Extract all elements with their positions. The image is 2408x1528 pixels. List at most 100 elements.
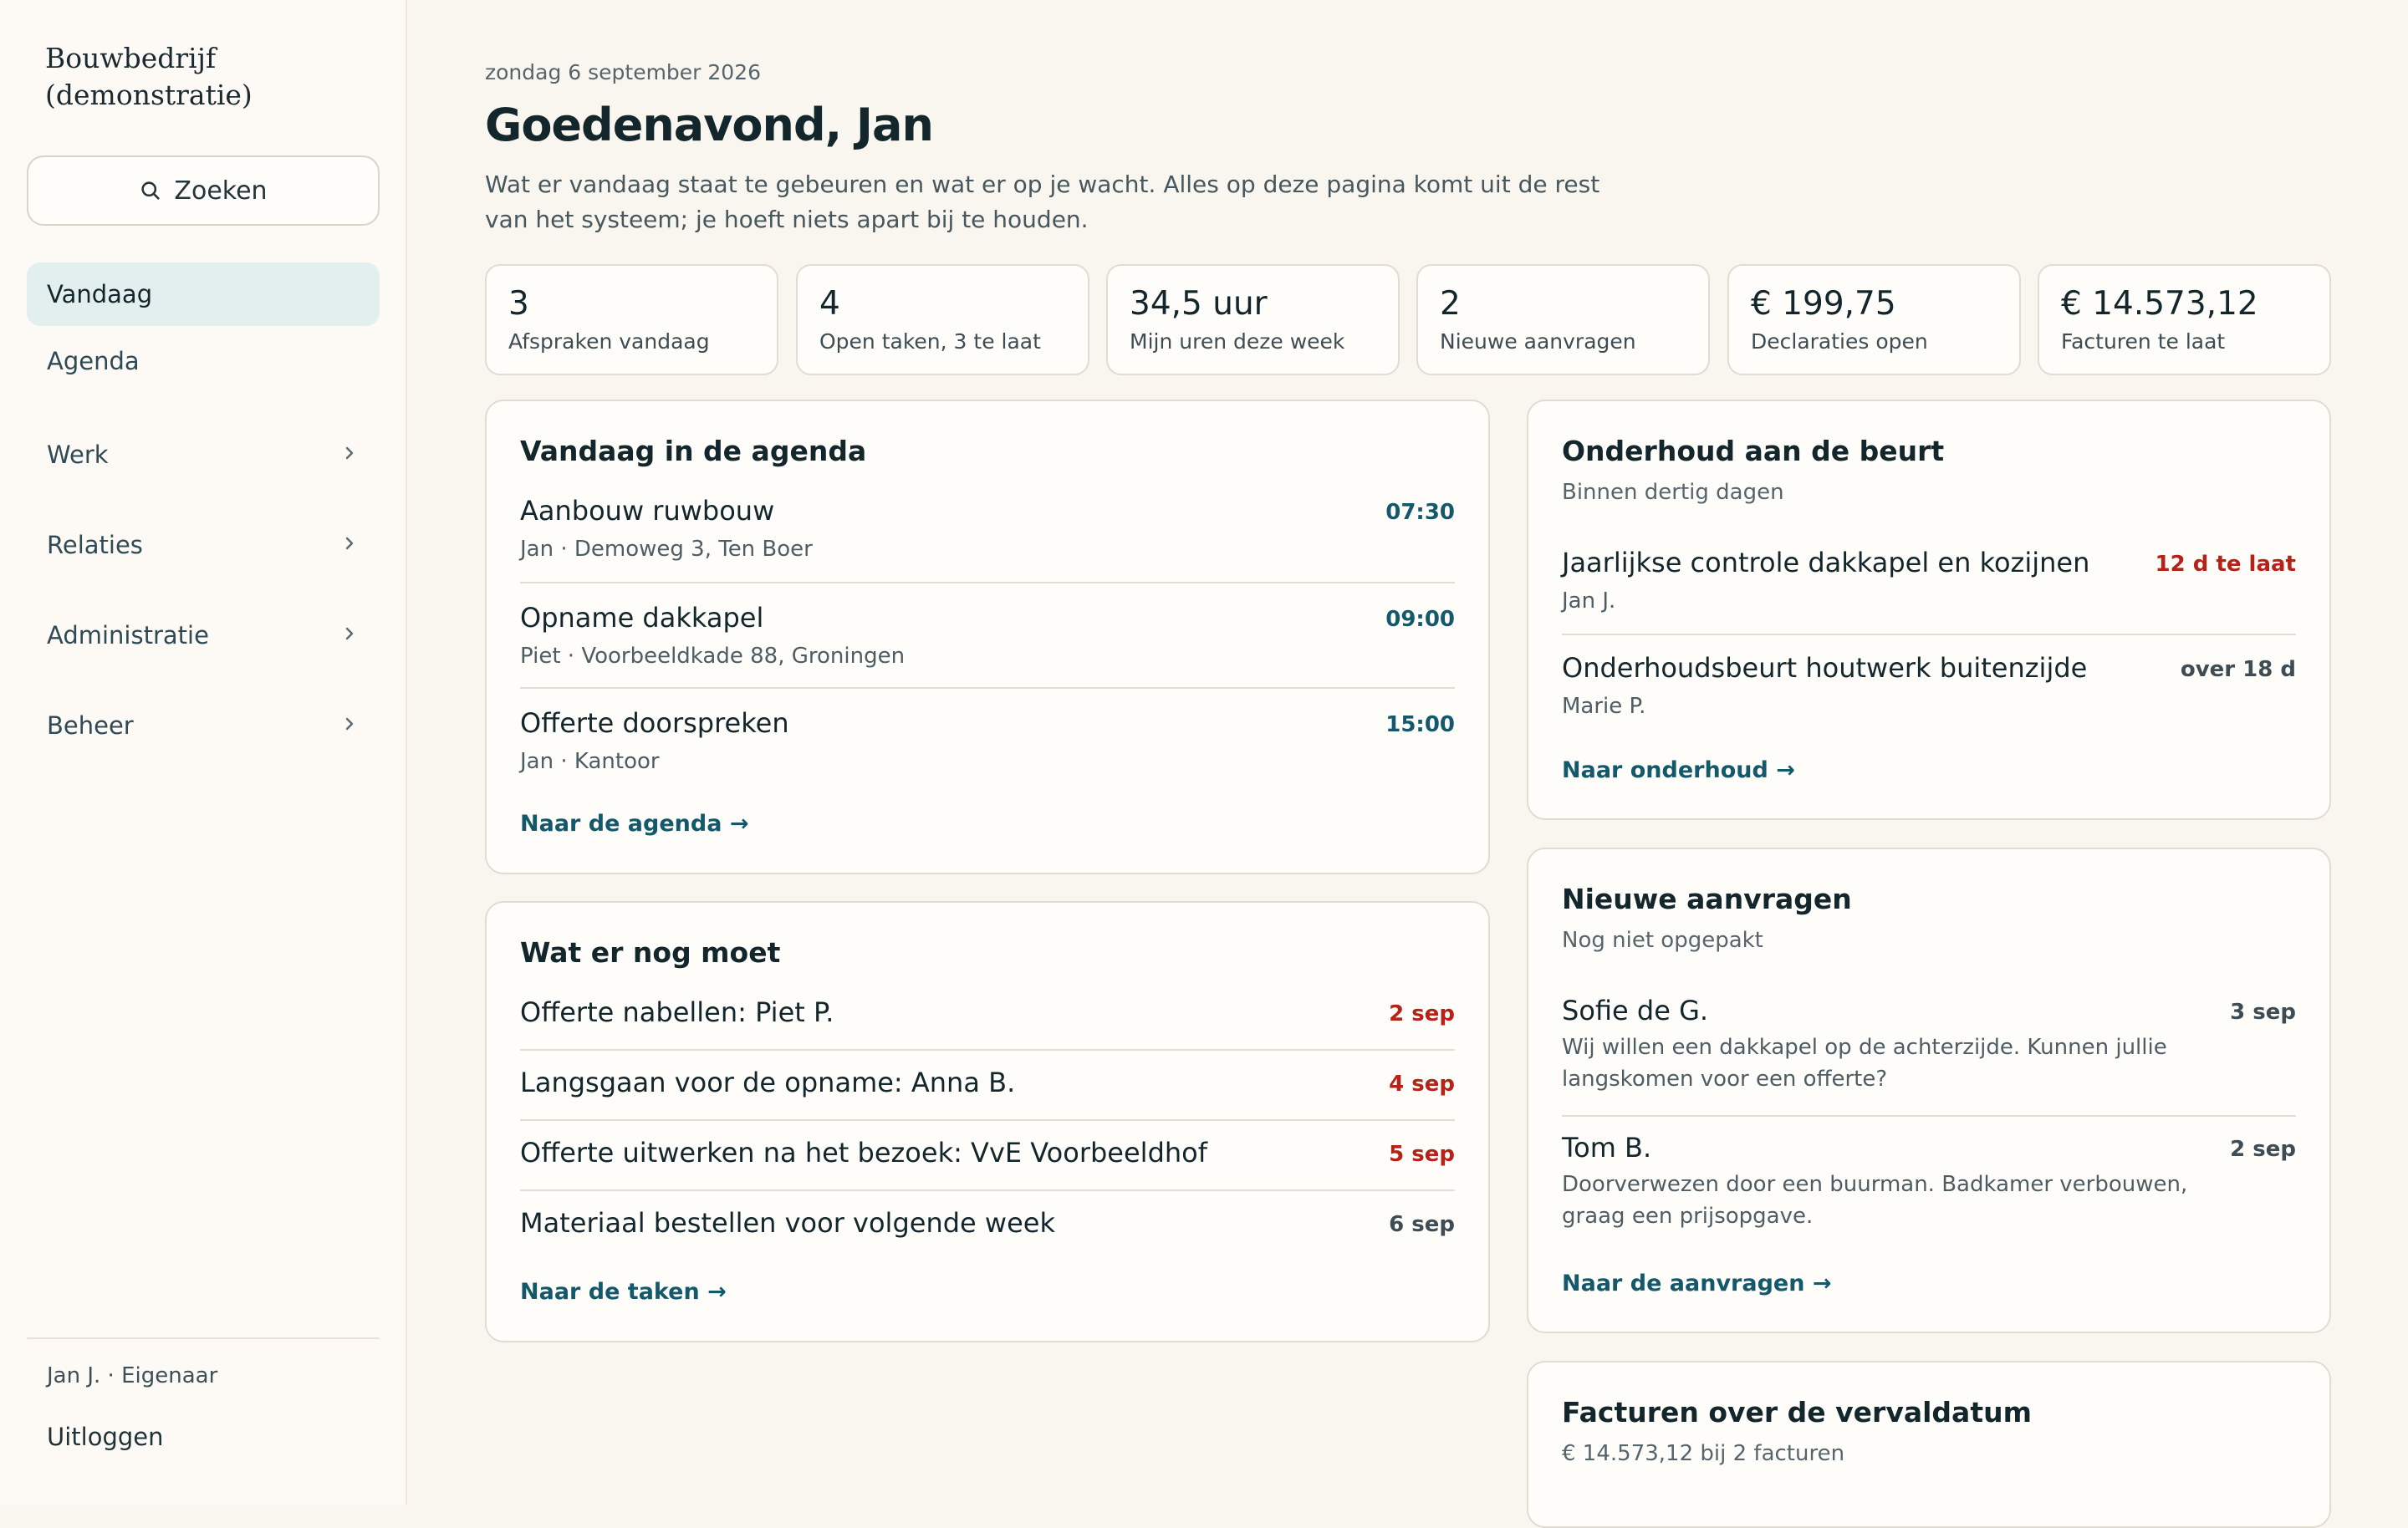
task-item-due: 4 sep — [1389, 1072, 1455, 1097]
card-title: Nieuwe aanvragen — [1562, 883, 1852, 915]
stat-expense-claims[interactable]: € 199,75 Declaraties open — [1727, 264, 2021, 375]
page-intro: Wat er vandaag staat te gebeuren en wat … — [485, 171, 1600, 233]
request-item[interactable]: Sofie de G. Wij willen een dakkapel op d… — [1562, 995, 2296, 1098]
task-item[interactable]: Offerte nabellen: Piet P. 2 sep — [520, 996, 1455, 1035]
maintenance-item[interactable]: Jaarlijkse controle dakkapel en kozijnen… — [1562, 547, 2296, 614]
stat-label: Mijn uren deze week — [1130, 329, 1345, 354]
agenda-item-meta: Jan · Demoweg 3, Ten Boer — [520, 537, 813, 562]
nav-item-relaties[interactable]: Relaties — [27, 513, 380, 577]
tasks-card: Wat er nog moet Offerte nabellen: Piet P… — [485, 901, 1490, 1342]
nav-item-label: Relaties — [47, 531, 143, 559]
agenda-item[interactable]: Offerte doorspreken Jan · Kantoor 15:00 — [520, 707, 1455, 774]
stat-appointments[interactable]: 3 Afspraken vandaag — [485, 264, 778, 375]
tasks-link[interactable]: Naar de taken → — [520, 1279, 727, 1305]
overdue-invoices-card: Facturen over de vervaldatum € 14.573,12… — [1527, 1361, 2331, 1528]
stat-label: Afspraken vandaag — [508, 329, 710, 354]
stat-value: 4 — [819, 285, 840, 323]
nav-item-agenda[interactable]: Agenda — [27, 329, 380, 393]
agenda-card: Vandaag in de agenda Aanbouw ruwbouw Jan… — [485, 400, 1490, 874]
agenda-item[interactable]: Opname dakkapel Piet · Voorbeeldkade 88,… — [520, 602, 1455, 669]
stat-value: 3 — [508, 285, 529, 323]
stat-open-tasks[interactable]: 4 Open taken, 3 te laat — [796, 264, 1089, 375]
task-item-title: Materiaal bestellen voor volgende week — [520, 1207, 1055, 1239]
row-divider — [520, 582, 1455, 583]
row-divider — [520, 687, 1455, 689]
maintenance-item-title: Jaarlijkse controle dakkapel en kozijnen — [1562, 547, 2090, 578]
nav-item-label: Beheer — [47, 711, 134, 740]
row-divider — [520, 1049, 1455, 1051]
card-subtitle: Nog niet opgepakt — [1562, 928, 1763, 953]
search-label: Zoeken — [174, 176, 268, 206]
maintenance-item-assignee: Marie P. — [1562, 694, 1646, 719]
nav-item-beheer[interactable]: Beheer — [27, 694, 380, 757]
sidebar-divider — [27, 1337, 380, 1339]
logout-link[interactable]: Uitloggen — [47, 1423, 164, 1451]
maintenance-item-status: over 18 d — [2180, 657, 2296, 682]
page-title: Goedenavond, Jan — [485, 99, 934, 151]
card-subtitle: Binnen dertig dagen — [1562, 480, 1784, 505]
stat-label: Open taken, 3 te laat — [819, 329, 1041, 354]
search-icon — [139, 179, 162, 202]
current-user: Jan J. · Eigenaar — [47, 1363, 218, 1388]
nav-item-label: Administratie — [47, 621, 209, 649]
requests-link[interactable]: Naar de aanvragen → — [1562, 1271, 1831, 1296]
request-item-date: 3 sep — [2230, 1000, 2296, 1025]
task-item[interactable]: Offerte uitwerken na het bezoek: VvE Voo… — [520, 1137, 1455, 1175]
stat-overdue-invoices[interactable]: € 14.573,12 Facturen te laat — [2038, 264, 2331, 375]
task-item-due: 6 sep — [1389, 1212, 1455, 1237]
stat-value: € 14.573,12 — [2061, 285, 2258, 323]
stat-value: € 199,75 — [1751, 285, 1896, 323]
chevron-right-icon — [341, 441, 358, 469]
current-date: zondag 6 september 2026 — [485, 60, 762, 84]
card-title: Wat er nog moet — [520, 936, 781, 969]
maintenance-item-title: Onderhoudsbeurt houtwerk buitenzijde — [1562, 652, 2088, 684]
nav-item-label: Werk — [47, 441, 109, 469]
task-item-title: Langsgaan voor de opname: Anna B. — [520, 1067, 1016, 1098]
row-divider — [1562, 1115, 2296, 1117]
nav-item-vandaag[interactable]: Vandaag — [27, 262, 380, 326]
nav-item-administratie[interactable]: Administratie — [27, 604, 380, 667]
stat-value: 34,5 uur — [1130, 285, 1268, 323]
nav-item-werk[interactable]: Werk — [27, 423, 380, 486]
task-item-due: 2 sep — [1389, 1001, 1455, 1026]
agenda-item[interactable]: Aanbouw ruwbouw Jan · Demoweg 3, Ten Boe… — [520, 495, 1455, 562]
maintenance-item[interactable]: Onderhoudsbeurt houtwerk buitenzijde Mar… — [1562, 652, 2296, 719]
maintenance-card: Onderhoud aan de beurt Binnen dertig dag… — [1527, 400, 2331, 820]
task-item[interactable]: Langsgaan voor de opname: Anna B. 4 sep — [520, 1067, 1455, 1105]
agenda-item-meta: Jan · Kantoor — [520, 749, 660, 774]
maintenance-item-status: 12 d te laat — [2155, 552, 2296, 577]
agenda-item-time: 09:00 — [1385, 607, 1455, 632]
agenda-link[interactable]: Naar de agenda → — [520, 811, 748, 837]
task-item-due: 5 sep — [1389, 1142, 1455, 1167]
sidebar: Bouwbedrijf (demonstratie) Zoeken Vandaa… — [0, 0, 407, 1505]
row-divider — [520, 1189, 1455, 1191]
chevron-right-icon — [341, 621, 358, 649]
chevron-right-icon — [341, 531, 358, 559]
nav-item-label: Vandaag — [47, 280, 153, 308]
request-item-name: Tom B. — [1562, 1132, 1652, 1164]
maintenance-item-assignee: Jan J. — [1562, 588, 1616, 614]
requests-card: Nieuwe aanvragen Nog niet opgepakt Sofie… — [1527, 848, 2331, 1333]
request-item-message: Wij willen een dakkapel op de achterzijd… — [1562, 1035, 2167, 1092]
agenda-item-title: Aanbouw ruwbouw — [520, 495, 775, 527]
stat-label: Nieuwe aanvragen — [1440, 329, 1636, 354]
card-title: Onderhoud aan de beurt — [1562, 435, 1945, 467]
stat-label: Facturen te laat — [2061, 329, 2226, 354]
stat-hours[interactable]: 34,5 uur Mijn uren deze week — [1106, 264, 1400, 375]
nav-item-label: Agenda — [47, 347, 140, 375]
request-item[interactable]: Tom B. Doorverwezen door een buurman. Ba… — [1562, 1132, 2296, 1235]
task-item-title: Offerte uitwerken na het bezoek: VvE Voo… — [520, 1137, 1207, 1169]
agenda-item-meta: Piet · Voorbeeldkade 88, Groningen — [520, 644, 906, 669]
card-subtitle: € 14.573,12 bij 2 facturen — [1562, 1441, 1845, 1466]
agenda-item-title: Offerte doorspreken — [520, 707, 789, 739]
agenda-item-time: 07:30 — [1385, 500, 1455, 525]
request-item-date: 2 sep — [2230, 1137, 2296, 1162]
card-title: Vandaag in de agenda — [520, 435, 867, 467]
agenda-item-title: Opname dakkapel — [520, 602, 764, 634]
request-item-message: Doorverwezen door een buurman. Badkamer … — [1562, 1172, 2188, 1229]
task-item[interactable]: Materiaal bestellen voor volgende week 6… — [520, 1207, 1455, 1245]
search-button[interactable]: Zoeken — [27, 155, 380, 226]
stat-new-requests[interactable]: 2 Nieuwe aanvragen — [1416, 264, 1710, 375]
stat-label: Declaraties open — [1751, 329, 1928, 354]
maintenance-link[interactable]: Naar onderhoud → — [1562, 757, 1795, 783]
